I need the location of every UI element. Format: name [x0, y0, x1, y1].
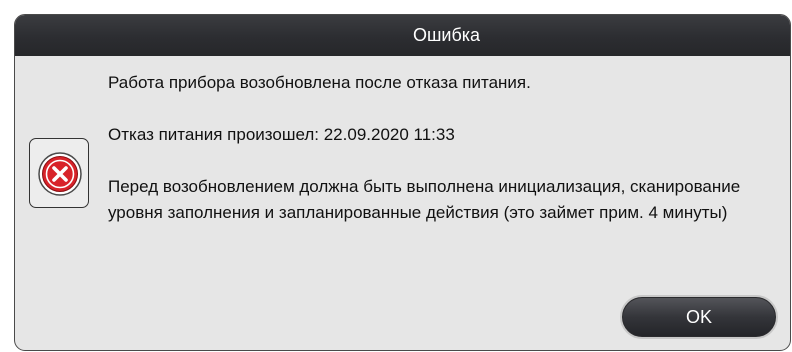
message-resume-after-power-failure: Работа прибора возобновлена после отказа…	[108, 73, 531, 92]
dialog-message-area: Работа прибора возобновлена после отказа…	[108, 70, 790, 226]
message-initialization-required: Перед возобновлением должна быть выполне…	[108, 177, 741, 222]
error-dialog: Ошибка Работа прибора возобновлена после…	[14, 14, 791, 351]
ok-button[interactable]: OK	[620, 295, 778, 339]
message-power-failure-time: Отказ питания произошел: 22.09.2020 11:3…	[108, 125, 455, 144]
error-x-icon	[38, 152, 82, 196]
dialog-title-bar: Ошибка	[15, 15, 790, 56]
error-icon-frame	[29, 138, 89, 208]
dialog-title: Ошибка	[412, 25, 481, 45]
